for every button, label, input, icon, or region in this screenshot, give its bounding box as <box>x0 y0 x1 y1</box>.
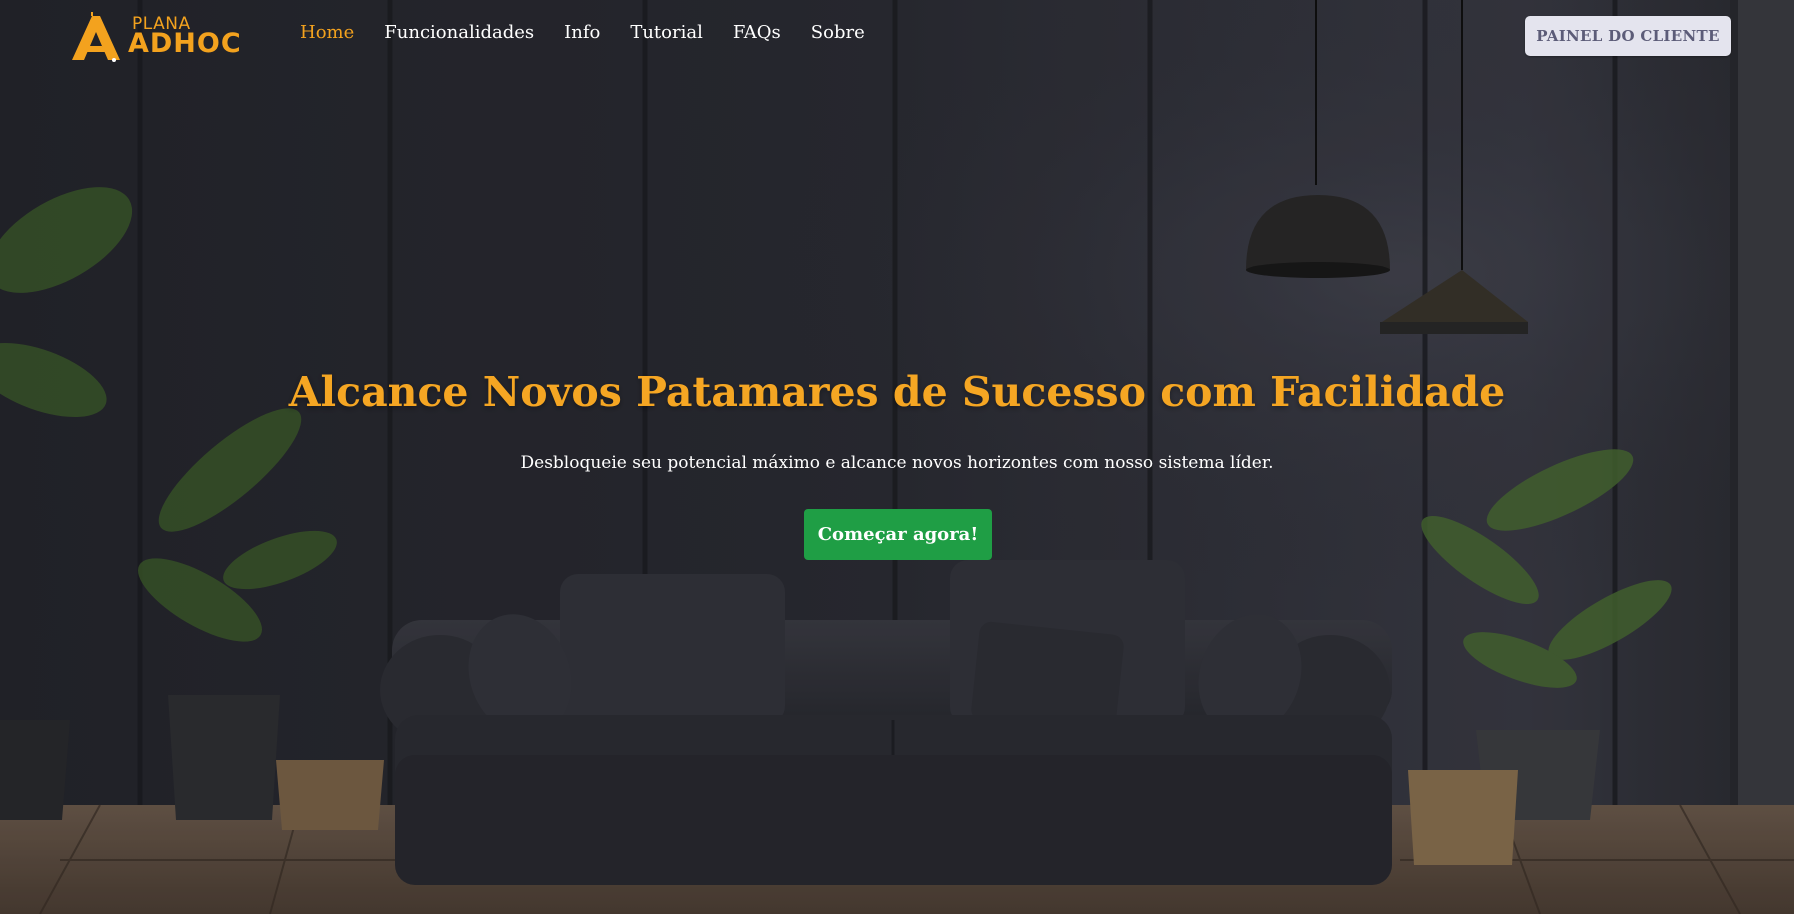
nav-item-home[interactable]: Home <box>300 20 354 46</box>
nav-item-faqs[interactable]: FAQs <box>733 20 781 46</box>
nav-item-info[interactable]: Info <box>564 20 600 46</box>
client-panel-button[interactable]: PAINEL DO CLIENTE <box>1525 16 1731 56</box>
nav-item-tutorial[interactable]: Tutorial <box>630 20 703 46</box>
main-nav: Home Funcionalidades Info Tutorial FAQs … <box>300 20 895 46</box>
plana-adhoc-logo[interactable]: PLANA ADHOC <box>70 12 241 62</box>
nav-item-funcionalidades[interactable]: Funcionalidades <box>384 20 534 46</box>
nav-item-sobre[interactable]: Sobre <box>811 20 865 46</box>
logo-triangle-icon <box>72 12 120 62</box>
get-started-button[interactable]: Começar agora! <box>804 509 992 560</box>
hero-section: PLANA ADHOC Home Funcionalidades Info Tu… <box>0 0 1794 914</box>
hero-subtitle: Desbloqueie seu potencial máximo e alcan… <box>520 453 1274 473</box>
logo-main-text: ADHOC <box>128 28 242 59</box>
hero-title: Alcance Novos Patamares de Sucesso com F… <box>288 368 1506 416</box>
